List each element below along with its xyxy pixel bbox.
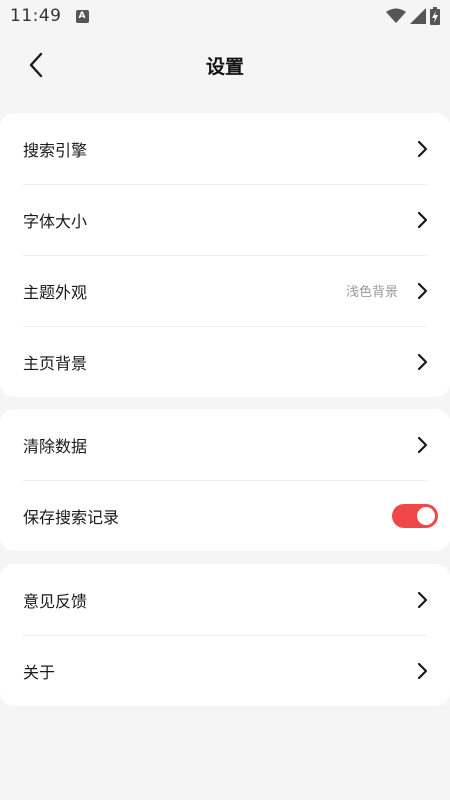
row-label: 关于 <box>23 662 56 682</box>
notification-app-icon: A <box>75 9 89 23</box>
home-background-item[interactable]: 主页背景 <box>0 326 450 397</box>
chevron-right-icon <box>417 591 428 608</box>
row-label: 清除数据 <box>23 436 88 456</box>
page-title: 设置 <box>205 55 244 78</box>
settings-group-about: 意见反馈 关于 <box>0 564 450 706</box>
status-icons <box>386 7 440 25</box>
row-label: 主题外观 <box>23 282 88 302</box>
clear-data-item[interactable]: 清除数据 <box>0 409 450 480</box>
chevron-right-icon <box>417 140 428 157</box>
chevron-right-icon <box>417 211 428 228</box>
chevron-left-icon <box>29 52 43 78</box>
toggle-knob <box>417 506 435 525</box>
chevron-right-icon <box>417 282 428 299</box>
chevron-right-icon <box>417 662 428 679</box>
about-item[interactable]: 关于 <box>0 635 450 706</box>
theme-value: 浅色背景 <box>345 285 398 300</box>
back-button[interactable] <box>20 49 52 81</box>
save-search-history-toggle[interactable] <box>392 503 438 528</box>
row-label: 保存搜索记录 <box>23 507 120 527</box>
save-search-history-item: 保存搜索记录 <box>0 480 450 551</box>
search-engine-item[interactable]: 搜索引擎 <box>0 113 450 184</box>
row-label: 主页背景 <box>23 353 88 373</box>
battery-charging-icon <box>430 7 440 25</box>
row-label: 搜索引擎 <box>23 140 88 160</box>
row-label: 字体大小 <box>23 211 88 231</box>
chevron-right-icon <box>417 353 428 370</box>
theme-appearance-item[interactable]: 主题外观 浅色背景 <box>0 255 450 326</box>
signal-icon <box>410 8 426 24</box>
status-time: 11:49 <box>10 6 62 26</box>
chevron-right-icon <box>417 436 428 453</box>
settings-group-data: 清除数据 保存搜索记录 <box>0 409 450 551</box>
wifi-icon <box>386 8 406 23</box>
row-label: 意见反馈 <box>23 591 88 611</box>
header: 设置 <box>0 32 450 98</box>
status-bar: 11:49 A <box>0 0 450 32</box>
font-size-item[interactable]: 字体大小 <box>0 184 450 255</box>
settings-group-general: 搜索引擎 字体大小 主题外观 浅色背景 主页背景 <box>0 113 450 397</box>
feedback-item[interactable]: 意见反馈 <box>0 564 450 635</box>
